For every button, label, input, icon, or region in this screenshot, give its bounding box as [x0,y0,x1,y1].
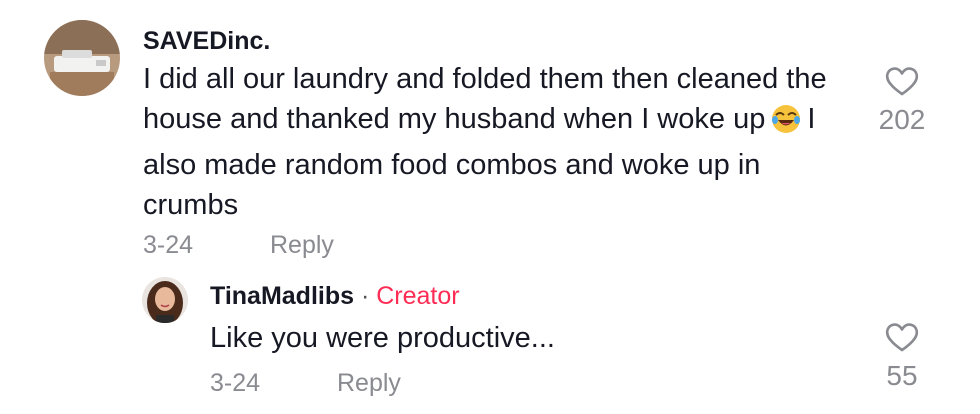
reply-username-line: TinaMadlibs · Creator [210,282,460,311]
separator-dot: · [354,282,377,310]
comment-text-part-1: I did all our laundry and folded them th… [143,63,827,135]
heart-outline-icon [885,67,919,96]
heart-outline-icon [885,323,919,352]
like-count: 202 [878,104,926,135]
reply-button[interactable]: Reply [337,369,401,398]
laughing-crying-emoji [771,104,801,145]
reply-username[interactable]: TinaMadlibs [210,282,354,310]
avatar-image [44,20,120,96]
reply-avatar[interactable] [142,277,188,323]
creator-badge: Creator [376,282,460,310]
like-button[interactable]: 202 [866,66,938,136]
avatar-image [142,277,188,323]
like-count: 55 [886,360,918,391]
reply-text: Like you were productive... [210,322,555,354]
comment-username[interactable]: SAVEDinc. [143,27,270,56]
like-button[interactable]: 55 [866,322,938,392]
comment-date: 3-24 [143,231,194,259]
reply-date: 3-24 [210,369,261,397]
reply-button[interactable]: Reply [270,231,334,260]
comment-text: I did all our laundry and folded them th… [143,59,853,225]
comment-avatar[interactable] [44,20,120,96]
